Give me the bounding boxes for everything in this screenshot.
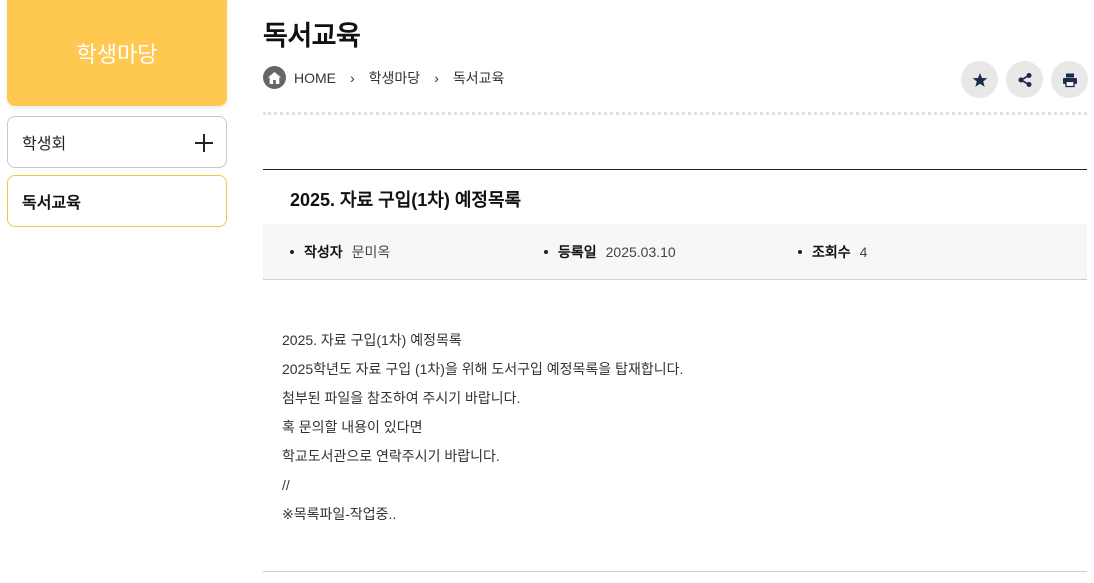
page-title: 독서교육 [263,21,361,51]
plus-icon[interactable] [194,133,214,153]
body-line: 혹 문의할 내용이 있다면 [282,419,423,435]
breadcrumb-item[interactable]: 독서교육 [453,68,505,88]
sidebar-item-student-council[interactable]: 학생회 [7,116,227,168]
meta-value: 2025.03.10 [605,244,676,260]
meta-value: 4 [859,244,868,260]
post-title: 2025. 자료 구입(1차) 예정목록 [290,190,522,210]
meta-value: 문미옥 [351,244,391,260]
breadcrumb: HOME › 학생마당 › 독서교육 [263,66,504,89]
meta-label: 등록일 [558,244,597,260]
sidebar-item-reading-education[interactable]: 독서교육 [7,175,227,227]
bullet-icon [544,250,548,254]
divider [263,112,1087,115]
chevron-right-icon: › [434,69,439,86]
meta-label: 작성자 [304,244,343,260]
print-button[interactable] [1051,61,1088,98]
star-icon [972,72,987,87]
chevron-right-icon: › [350,69,355,86]
bullet-icon [798,250,802,254]
sidebar-item-label: 학생회 [22,136,67,153]
print-icon [1062,73,1077,87]
meta-views: 조회수 4 [798,242,867,262]
meta-date: 등록일 2025.03.10 [544,242,676,262]
breadcrumb-home[interactable]: HOME [294,70,336,86]
bullet-icon [290,250,294,254]
body-line: 2025학년도 자료 구입 (1차)을 위해 도서구입 예정목록을 탑재합니다. [282,361,684,377]
body-line: 2025. 자료 구입(1차) 예정목록 [282,332,462,348]
divider [263,169,1087,170]
body-line: // [282,477,290,493]
post-body: 2025. 자료 구입(1차) 예정목록 2025학년도 자료 구입 (1차)을… [282,329,683,532]
bookmark-button[interactable] [961,61,998,98]
sidebar-title: 학생마당 [7,0,227,106]
body-line: ※목록파일-작업중.. [282,506,397,522]
sidebar-item-label: 독서교육 [22,195,81,212]
meta-label: 조회수 [812,244,851,260]
divider [263,571,1087,572]
body-line: 첨부된 파일을 참조하여 주시기 바랍니다. [282,390,521,406]
share-icon [1018,72,1031,87]
body-line: 학교도서관으로 연락주시기 바랍니다. [282,448,500,464]
breadcrumb-item[interactable]: 학생마당 [369,68,421,88]
home-icon[interactable] [263,66,286,89]
meta-author: 작성자 문미옥 [290,242,390,262]
share-button[interactable] [1006,61,1043,98]
